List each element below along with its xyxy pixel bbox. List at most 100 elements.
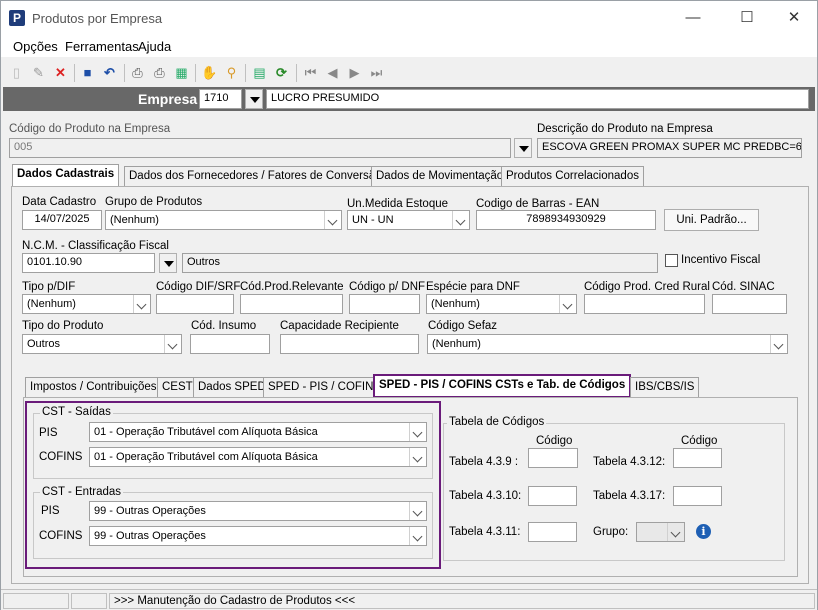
window-title: Produtos por Empresa	[32, 11, 163, 26]
data-cadastro-field[interactable]: 14/07/2025	[22, 210, 102, 230]
tabela-4310-label: Tabela 4.3.10:	[449, 490, 522, 502]
tab-dados-movimentacao[interactable]: Dados de Movimentação	[371, 166, 509, 186]
empresa-dropdown-button[interactable]	[245, 89, 263, 109]
tabela-codigos-title: Tabela de Códigos	[447, 416, 547, 428]
capacidade-field[interactable]	[280, 334, 419, 354]
especie-dnf-select[interactable]: (Nenhum)	[426, 294, 577, 314]
ean-label: Codigo de Barras - EAN	[476, 198, 600, 210]
ncm-dropdown-button[interactable]	[159, 253, 177, 273]
tabela-4317-label: Tabela 4.3.17:	[593, 490, 666, 502]
subtab-dados-sped[interactable]: Dados SPED	[193, 377, 271, 397]
tab-dados-cadastrais[interactable]: Dados Cadastrais	[12, 164, 120, 187]
chevron-down-icon	[667, 523, 684, 541]
tipo-produto-select[interactable]: Outros	[22, 334, 182, 354]
search-icon[interactable]: ⚲	[223, 64, 240, 81]
tipo-produto-label: Tipo do Produto	[22, 320, 104, 332]
menu-opcoes[interactable]: Opções	[13, 39, 58, 54]
cod-prod-relevante-field[interactable]	[240, 294, 343, 314]
maximize-button[interactable]: ☐	[732, 7, 762, 29]
chevron-down-icon	[409, 502, 426, 520]
cod-cred-rural-label: Código Prod. Cred Rural	[584, 281, 710, 293]
tabela-439-field[interactable]	[528, 448, 578, 468]
subtab-impostos[interactable]: Impostos / Contribuições	[25, 377, 162, 397]
entradas-cofins-select[interactable]: 99 - Outras Operações	[89, 526, 427, 546]
cod-sinac-field[interactable]	[712, 294, 787, 314]
tabela-4317-field[interactable]	[673, 486, 722, 506]
grupo-produtos-select[interactable]: (Nenhum)	[105, 210, 342, 230]
empresa-label: Empresa	[138, 91, 198, 107]
previous-record-icon[interactable]: ◀	[324, 64, 341, 81]
chevron-down-icon	[409, 423, 426, 441]
next-record-icon[interactable]: ▶	[346, 64, 363, 81]
tipo-dif-select[interactable]: (Nenhum)	[22, 294, 151, 314]
first-record-icon[interactable]: ⏮	[302, 64, 319, 81]
subtab-sped-pis-cofins[interactable]: SPED - PIS / COFINS	[263, 377, 387, 397]
undo-icon[interactable]: ↶	[101, 64, 118, 81]
cod-cred-rural-field[interactable]	[584, 294, 705, 314]
app-logo-icon: P	[9, 10, 25, 26]
codigo-sefaz-select[interactable]: (Nenhum)	[427, 334, 788, 354]
tabela-4311-field[interactable]	[528, 522, 577, 542]
ean-field[interactable]: 7898934930929	[476, 210, 656, 230]
tabela-4312-field[interactable]	[673, 448, 722, 468]
title-bar: P Produtos por Empresa — ☐ ✕	[1, 1, 817, 35]
print-preview-icon[interactable]: ⎙	[151, 64, 168, 81]
codigo-sefaz-label: Código Sefaz	[428, 320, 498, 332]
tab-produtos-correlacionados[interactable]: Produtos Correlacionados	[501, 166, 644, 186]
minimize-button[interactable]: —	[678, 7, 708, 29]
menu-ferramentas[interactable]: Ferramentas	[65, 39, 139, 54]
save-icon[interactable]: ■	[79, 64, 96, 81]
hand-icon[interactable]: ✋	[201, 64, 218, 81]
new-document-icon[interactable]: ▯	[8, 64, 25, 81]
subtab-sped-pis-cofins-csts[interactable]: SPED - PIS / COFINS CSTs e Tab. de Códig…	[373, 374, 632, 398]
info-icon[interactable]: i	[696, 524, 711, 539]
uni-padrao-button[interactable]: Uni. Padrão...	[664, 209, 759, 231]
tabela-4310-field[interactable]	[528, 486, 577, 506]
codigo-produto-field[interactable]: 005	[9, 138, 511, 158]
entradas-cofins-label: COFINS	[39, 530, 83, 542]
cst-saidas-label: CST - Saídas	[40, 406, 113, 418]
print-icon[interactable]: ⎙	[129, 64, 146, 81]
codigo-produto-label: Código do Produto na Empresa	[9, 123, 171, 135]
un-medida-select[interactable]: UN - UN	[347, 210, 470, 230]
codigo-dnf-field[interactable]	[349, 294, 420, 314]
chevron-down-icon	[770, 335, 787, 353]
subtab-cest[interactable]: CEST	[157, 377, 198, 397]
status-bar: >>> Manutenção do Cadastro de Produtos <…	[1, 589, 817, 610]
codigo-dif-label: Código DIF/SRF	[156, 281, 241, 293]
grupo-produtos-label: Grupo de Produtos	[105, 196, 203, 208]
refresh-icon[interactable]: ⟳	[273, 64, 290, 81]
codigo-dif-field[interactable]	[156, 294, 234, 314]
ncm-code-field[interactable]: 0101.10.90	[22, 253, 155, 273]
codigo-produto-dropdown-button[interactable]	[514, 138, 532, 158]
chevron-down-icon	[133, 295, 150, 313]
close-button[interactable]: ✕	[779, 7, 809, 29]
codigo-dnf-label: Código p/ DNF	[349, 281, 426, 293]
empresa-code-field[interactable]: 1710	[199, 89, 242, 109]
export-icon[interactable]: ▦	[173, 64, 190, 81]
grupo-select[interactable]	[636, 522, 685, 542]
saidas-pis-select[interactable]: 01 - Operação Tributável com Alíquota Bá…	[89, 422, 427, 442]
settings-icon[interactable]: ▤	[251, 64, 268, 81]
chevron-down-icon	[452, 211, 469, 229]
empresa-name-field: LUCRO PRESUMIDO	[266, 89, 809, 109]
incentivo-fiscal-checkbox[interactable]	[665, 254, 678, 267]
codigo-column-label: Código	[536, 435, 573, 447]
cod-prod-relevante-label: Cód.Prod.Relevante	[240, 281, 344, 293]
tabela-4311-label: Tabela 4.3.11:	[449, 526, 521, 538]
subtab-ibs-cbs-is[interactable]: IBS/CBS/IS	[630, 377, 700, 397]
cst-entradas-label: CST - Entradas	[40, 486, 124, 498]
entradas-pis-select[interactable]: 99 - Outras Operações	[89, 501, 427, 521]
menu-ajuda[interactable]: Ajuda	[138, 39, 171, 54]
last-record-icon[interactable]: ⏭	[368, 64, 385, 81]
toolbar-separator	[74, 64, 75, 82]
un-medida-label: Un.Medida Estoque	[347, 198, 449, 210]
cod-insumo-field[interactable]	[190, 334, 270, 354]
delete-icon[interactable]: ✕	[52, 64, 69, 81]
tab-dados-fornecedores[interactable]: Dados dos Fornecedores / Fatores de Conv…	[124, 166, 387, 186]
cod-insumo-label: Cód. Insumo	[191, 320, 257, 332]
descricao-produto-field[interactable]: ESCOVA GREEN PROMAX SUPER MC PREDBC=65%	[537, 138, 802, 158]
edit-pencil-icon[interactable]: ✎	[30, 64, 47, 81]
saidas-cofins-select[interactable]: 01 - Operação Tributável com Alíquota Bá…	[89, 447, 427, 467]
entradas-pis-label: PIS	[41, 505, 60, 517]
